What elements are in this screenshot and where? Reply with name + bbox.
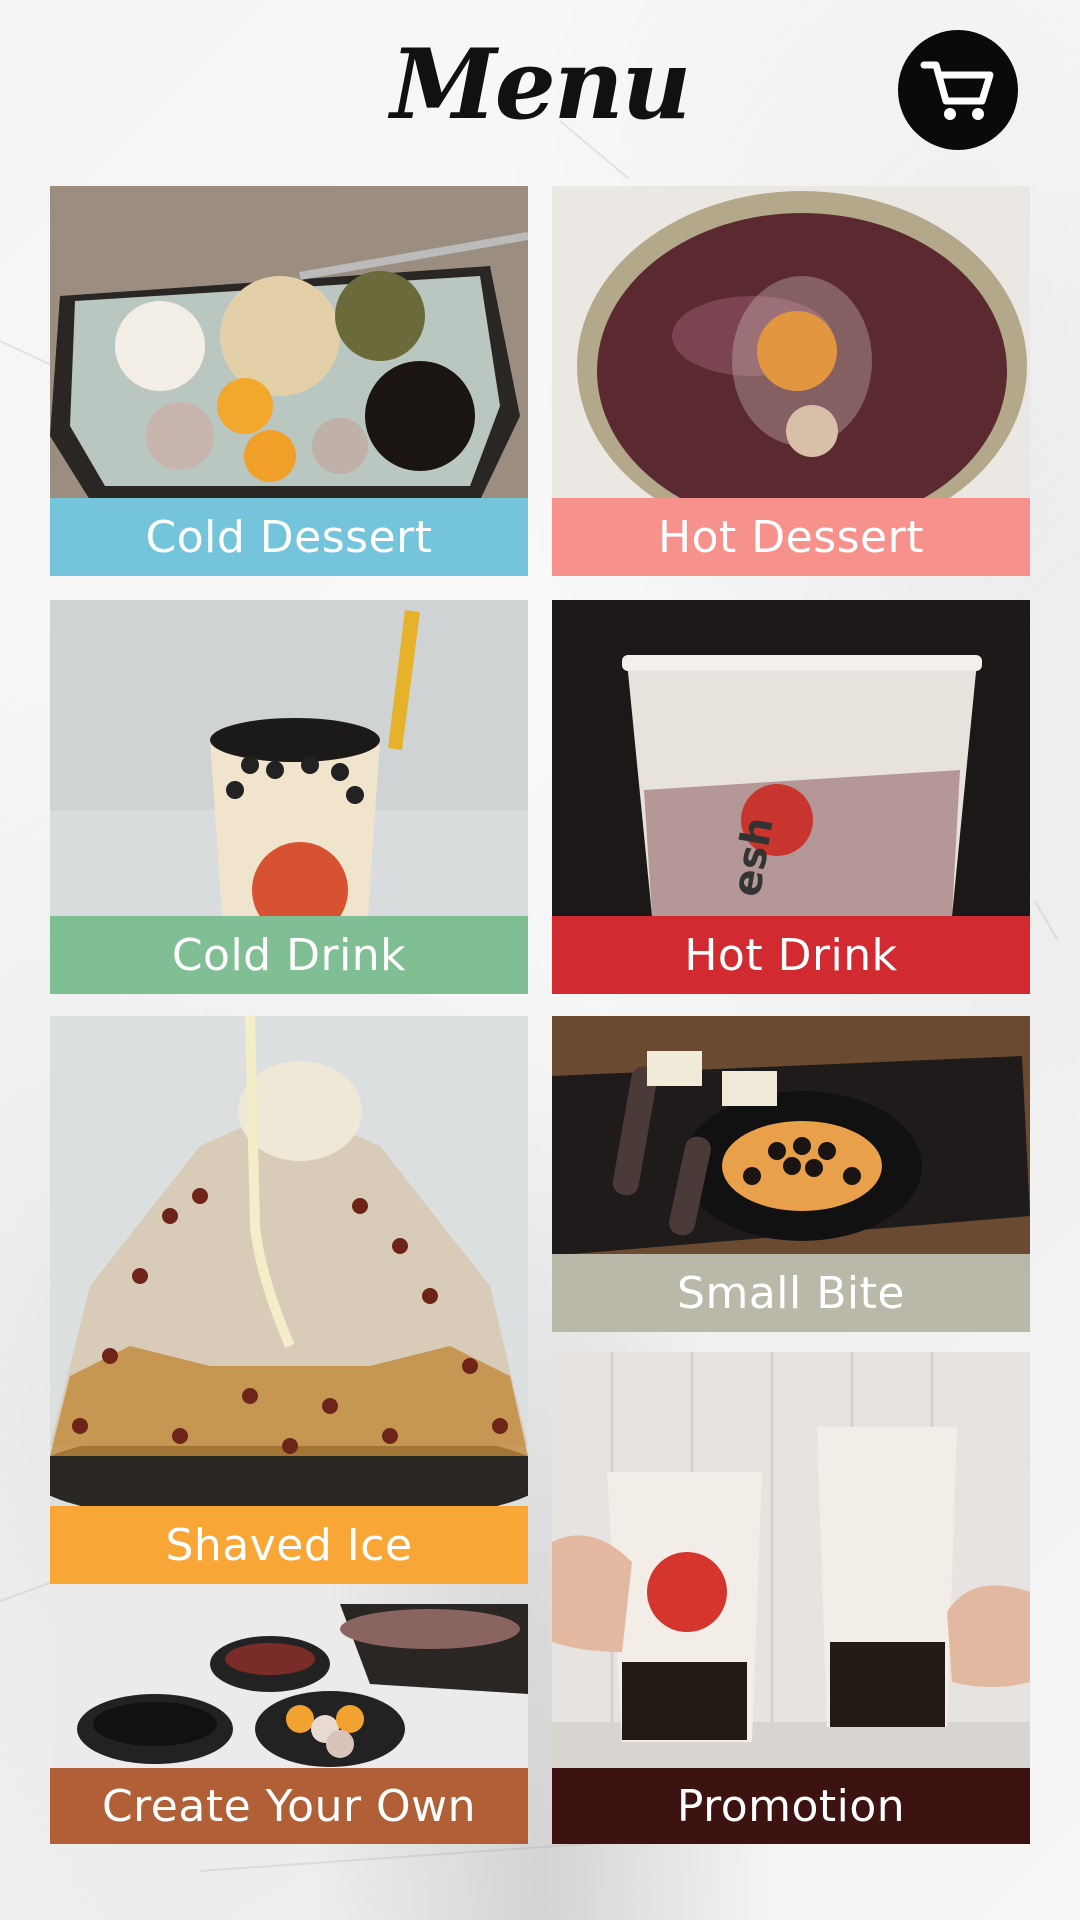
category-tile-small-bite[interactable]: Small Bite: [552, 1016, 1030, 1332]
category-label: Promotion: [552, 1768, 1030, 1844]
category-tile-cold-dessert[interactable]: Cold Dessert: [50, 186, 528, 576]
cold-dessert-photo: [50, 186, 528, 500]
category-tile-cold-drink[interactable]: Cold Drink: [50, 600, 528, 994]
category-tile-create-your-own[interactable]: Create Your Own: [50, 1604, 528, 1844]
marble-vein: [1034, 900, 1059, 941]
category-tile-shaved-ice[interactable]: Shaved Ice: [50, 1016, 528, 1584]
category-tile-promotion[interactable]: Promotion: [552, 1352, 1030, 1844]
promotion-photo: [552, 1352, 1030, 1768]
category-tile-hot-dessert[interactable]: Hot Dessert: [552, 186, 1030, 576]
category-label: Hot Dessert: [552, 498, 1030, 576]
hot-dessert-photo: [552, 186, 1030, 500]
category-tile-hot-drink[interactable]: esh Hot Drink: [552, 600, 1030, 994]
marble-vein: [199, 1842, 600, 1872]
cold-drink-photo: [50, 600, 528, 916]
category-label: Cold Drink: [50, 916, 528, 994]
cart-button[interactable]: [898, 30, 1018, 150]
cart-icon: [920, 61, 994, 120]
category-label: Create Your Own: [50, 1768, 528, 1844]
category-label: Shaved Ice: [50, 1506, 528, 1584]
create-your-own-photo: [50, 1604, 528, 1768]
category-label: Cold Dessert: [50, 498, 528, 576]
small-bite-photo: [552, 1016, 1030, 1254]
category-label: Small Bite: [552, 1254, 1030, 1332]
category-label: Hot Drink: [552, 916, 1030, 994]
marble-vein: [0, 1579, 57, 1602]
hot-drink-photo: esh: [552, 600, 1030, 916]
shaved-ice-photo: [50, 1016, 528, 1506]
